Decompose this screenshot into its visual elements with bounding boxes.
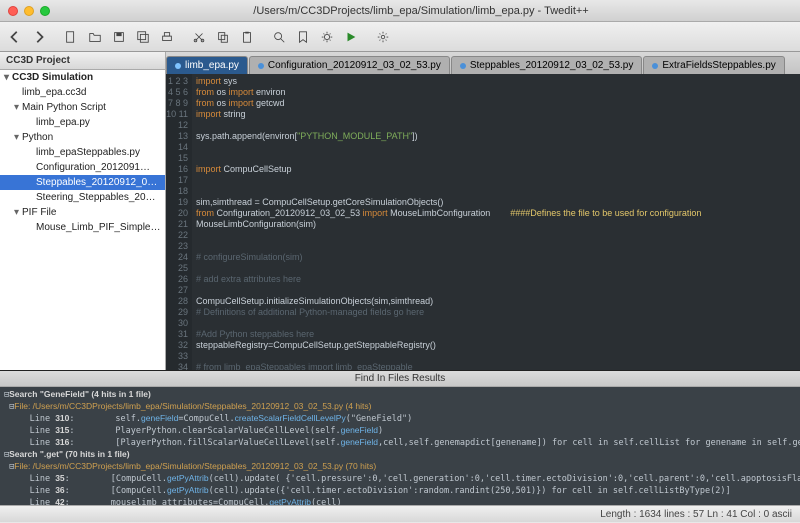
- print-button[interactable]: [156, 26, 178, 48]
- bookmark-button[interactable]: [292, 26, 314, 48]
- editor-area: limb_epa.pyConfiguration_20120912_03_02_…: [166, 52, 800, 370]
- tree-item[interactable]: ▾Main Python Script: [0, 100, 165, 115]
- statusbar: Length : 1634 lines : 57 Ln : 41 Col : 0…: [0, 505, 800, 522]
- tree-item[interactable]: ▾Python: [0, 130, 165, 145]
- zoom-window-button[interactable]: [40, 6, 50, 16]
- titlebar: /Users/m/CC3DProjects/limb_epa/Simulatio…: [0, 0, 800, 22]
- find-results-panel: Find In Files Results ⊟Search "GeneField…: [0, 370, 800, 505]
- project-sidebar: CC3D Project ▾CC3D Simulationlimb_epa.cc…: [0, 52, 166, 370]
- tree-item[interactable]: Steppables_20120912_03…: [0, 175, 165, 190]
- back-button[interactable]: [4, 26, 26, 48]
- cut-button[interactable]: [188, 26, 210, 48]
- forward-button[interactable]: [28, 26, 50, 48]
- traffic-lights: [8, 6, 50, 16]
- editor-tab[interactable]: limb_epa.py: [166, 56, 248, 74]
- tree-item[interactable]: limb_epa.cc3d: [0, 85, 165, 100]
- tree-item[interactable]: Configuration_2012091…: [0, 160, 165, 175]
- window-title: /Users/m/CC3DProjects/limb_epa/Simulatio…: [50, 5, 792, 17]
- sidebar-header: CC3D Project: [0, 52, 165, 70]
- minimize-window-button[interactable]: [24, 6, 34, 16]
- close-window-button[interactable]: [8, 6, 18, 16]
- paste-button[interactable]: [236, 26, 258, 48]
- toolbar: [0, 22, 800, 52]
- editor-tab[interactable]: Configuration_20120912_03_02_53.py: [249, 56, 450, 74]
- editor-tab[interactable]: ExtraFieldsSteppables.py: [643, 56, 784, 74]
- tree-item[interactable]: limb_epaSteppables.py: [0, 145, 165, 160]
- editor-tab[interactable]: Steppables_20120912_03_02_53.py: [451, 56, 643, 74]
- find-results-header: Find In Files Results: [0, 371, 800, 387]
- settings-button[interactable]: [372, 26, 394, 48]
- code-content[interactable]: import sys from os import environ from o…: [192, 74, 800, 370]
- save-all-button[interactable]: [132, 26, 154, 48]
- tree-item[interactable]: Mouse_Limb_PIF_Simple_C…: [0, 220, 165, 235]
- tree-item[interactable]: ▾PIF File: [0, 205, 165, 220]
- debug-button[interactable]: [316, 26, 338, 48]
- status-text: Length : 1634 lines : 57 Ln : 41 Col : 0…: [600, 509, 792, 520]
- new-file-button[interactable]: [60, 26, 82, 48]
- tree-item[interactable]: Steering_Steppables_201…: [0, 190, 165, 205]
- save-button[interactable]: [108, 26, 130, 48]
- code-editor[interactable]: 1 2 3 4 5 6 7 8 9 10 11 12 13 14 15 16 1…: [166, 74, 800, 370]
- line-gutter: 1 2 3 4 5 6 7 8 9 10 11 12 13 14 15 16 1…: [166, 74, 192, 370]
- editor-tabs: limb_epa.pyConfiguration_20120912_03_02_…: [166, 52, 800, 74]
- search-button[interactable]: [268, 26, 290, 48]
- tree-item[interactable]: limb_epa.py: [0, 115, 165, 130]
- open-file-button[interactable]: [84, 26, 106, 48]
- find-results-body[interactable]: ⊟Search "GeneField" (4 hits in 1 file) ⊟…: [0, 387, 800, 505]
- copy-button[interactable]: [212, 26, 234, 48]
- tree-item[interactable]: ▾CC3D Simulation: [0, 70, 165, 85]
- project-tree[interactable]: ▾CC3D Simulationlimb_epa.cc3d▾Main Pytho…: [0, 70, 165, 370]
- run-button[interactable]: [340, 26, 362, 48]
